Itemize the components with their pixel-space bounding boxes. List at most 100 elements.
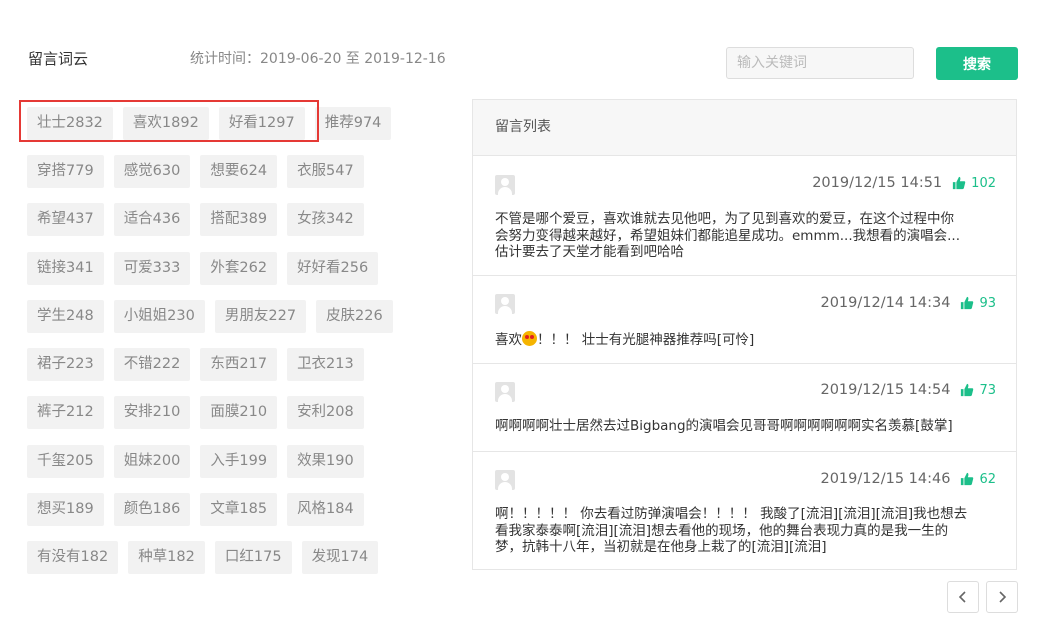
like-count[interactable]: 62	[960, 472, 996, 487]
tag[interactable]: 千玺205	[27, 445, 104, 478]
message-line: 估计要去了天堂才能看到吧哈哈	[495, 244, 684, 260]
search-button[interactable]: 搜索	[936, 47, 1018, 80]
message-line: 啊！！！！！ 你去看过防弹演唱会！！！！ 我酸了[流泪][流泪][流泪]我也想去	[495, 506, 968, 522]
like-count[interactable]: 73	[960, 383, 996, 398]
tag[interactable]: 衣服547	[287, 155, 364, 188]
thumbs-up-icon	[961, 472, 974, 486]
prev-page-button[interactable]	[947, 581, 979, 613]
avatar-icon	[495, 175, 515, 195]
tag[interactable]: 发现174	[301, 541, 379, 574]
chevron-right-icon	[999, 591, 1007, 603]
message-content: 不管是哪个爱豆，喜欢谁就去见他吧，为了见到喜欢的爱豆，在这个过程中你 会努力变得…	[495, 211, 996, 261]
tag[interactable]: 有没有182	[27, 541, 119, 574]
tag-row: 裙子223 不错222 东西217 卫衣213	[27, 348, 364, 381]
tag[interactable]: 口红175	[214, 541, 292, 574]
message-content: 啊啊啊啊壮士居然去过Bigbang的演唱会见哥哥啊啊啊啊啊啊实名羡慕[鼓掌]	[495, 418, 996, 435]
tag[interactable]: 喜欢1892	[122, 107, 209, 140]
tag[interactable]: 外套262	[200, 252, 278, 285]
tag[interactable]: 裙子223	[27, 348, 104, 381]
tag[interactable]: 可爱333	[113, 252, 191, 285]
message-meta: 2019/12/14 14:34 93	[820, 295, 996, 311]
message-item[interactable]: 2019/12/15 14:54 73 啊啊啊啊壮士居然去过Bigbang的演唱…	[473, 364, 1016, 452]
heart-eyes-emoji-icon	[522, 331, 537, 346]
tag[interactable]: 文章185	[200, 493, 278, 526]
like-count[interactable]: 93	[960, 296, 996, 311]
tag[interactable]: 安利208	[287, 396, 364, 429]
search-input[interactable]	[726, 47, 914, 79]
tag[interactable]: 链接341	[27, 252, 104, 285]
tag[interactable]: 面膜210	[200, 396, 278, 429]
tag[interactable]: 小姐姐230	[113, 300, 205, 333]
tag-row: 想买189 颜色186 文章185 风格184	[27, 493, 364, 526]
message-panel-title: 留言列表	[473, 100, 1016, 156]
next-page-button[interactable]	[986, 581, 1018, 613]
chevron-left-icon	[958, 591, 966, 603]
tag-row: 学生248 小姐姐230 男朋友227 皮肤226	[27, 300, 393, 333]
tag[interactable]: 想买189	[27, 493, 104, 526]
message-time: 2019/12/15 14:54	[820, 382, 951, 398]
tag[interactable]: 东西217	[200, 348, 278, 381]
message-content: 啊！！！！！ 你去看过防弹演唱会！！！！ 我酸了[流泪][流泪][流泪]我也想去…	[495, 506, 996, 556]
tag[interactable]: 男朋友227	[214, 300, 307, 333]
tag[interactable]: 壮士2832	[27, 107, 113, 140]
tag[interactable]: 想要624	[200, 155, 278, 188]
tag[interactable]: 搭配389	[200, 203, 278, 236]
tag[interactable]: 希望437	[27, 203, 104, 236]
message-text: ！！！ 壮士有光腿神器推荐吗[可怜]	[537, 332, 755, 348]
message-line: 会努力变得越来越好，希望姐妹们都能追星成功。emmm...我想看的演唱会...	[495, 227, 961, 244]
tag-row: 希望437 适合436 搭配389 女孩342	[27, 203, 364, 236]
tag[interactable]: 女孩342	[287, 203, 364, 236]
message-line: 看我家泰泰啊[流泪][流泪]想去看他的现场，他的舞台表现力真的是我一生的	[495, 522, 949, 539]
message-panel: 留言列表 2019/12/15 14:51 102 不管是哪个爱豆，喜欢谁就去见…	[472, 99, 1017, 570]
message-item[interactable]: 2019/12/15 14:46 62 啊！！！！！ 你去看过防弹演唱会！！！！…	[473, 452, 1016, 570]
tag[interactable]: 好好看256	[287, 252, 379, 285]
message-text: 喜欢	[495, 332, 522, 348]
thumbs-up-icon	[961, 296, 974, 310]
message-item[interactable]: 2019/12/14 14:34 93 喜欢 ！！！ 壮士有光腿神器推荐吗[可怜]	[473, 276, 1016, 364]
tag[interactable]: 风格184	[287, 493, 364, 526]
message-content: 喜欢 ！！！ 壮士有光腿神器推荐吗[可怜]	[495, 331, 996, 349]
tag[interactable]: 颜色186	[113, 493, 191, 526]
message-meta: 2019/12/15 14:51 102	[812, 175, 996, 191]
tag-row: 裤子212 安排210 面膜210 安利208	[27, 396, 364, 429]
page-title: 留言词云	[28, 50, 89, 68]
message-item[interactable]: 2019/12/15 14:51 102 不管是哪个爱豆，喜欢谁就去见他吧，为了…	[473, 156, 1016, 276]
like-count[interactable]: 102	[952, 176, 996, 191]
tag[interactable]: 入手199	[200, 445, 278, 478]
message-line: 啊啊啊啊壮士居然去过Bigbang的演唱会见哥哥啊啊啊啊啊啊实名羡慕[鼓掌]	[495, 418, 953, 434]
message-time: 2019/12/15 14:46	[820, 471, 951, 487]
tag[interactable]: 穿搭779	[27, 155, 104, 188]
message-meta: 2019/12/15 14:46 62	[820, 471, 996, 487]
tag-row: 有没有182 种草182 口红175 发现174	[27, 541, 379, 574]
thumbs-up-icon	[961, 383, 974, 397]
tag[interactable]: 裤子212	[27, 396, 104, 429]
tag-row: 千玺205 姐妹200 入手199 效果190	[27, 445, 364, 478]
word-cloud: 壮士2832 喜欢1892 好看1297 推荐974 穿搭779 感觉630 想…	[27, 107, 447, 595]
message-meta: 2019/12/15 14:54 73	[820, 382, 996, 398]
like-number: 62	[979, 471, 996, 487]
tag[interactable]: 推荐974	[314, 107, 392, 140]
tag[interactable]: 皮肤226	[316, 300, 393, 333]
tag-row: 穿搭779 感觉630 想要624 衣服547	[27, 155, 364, 188]
tag[interactable]: 安排210	[113, 396, 191, 429]
message-line: 梦，抗韩十八年，当初就是在他身上栽了的[流泪][流泪]	[495, 539, 827, 555]
tag[interactable]: 卫衣213	[287, 348, 364, 381]
tag[interactable]: 好看1297	[218, 107, 305, 140]
tag[interactable]: 姐妹200	[113, 445, 191, 478]
tag[interactable]: 学生248	[27, 300, 104, 333]
stat-period: 统计时间：2019-06-20 至 2019-12-16	[190, 51, 446, 67]
message-time: 2019/12/14 14:34	[820, 295, 951, 311]
thumbs-up-icon	[953, 176, 966, 190]
like-number: 93	[979, 295, 996, 311]
tag[interactable]: 不错222	[113, 348, 191, 381]
avatar-icon	[495, 470, 515, 490]
message-line: 不管是哪个爱豆，喜欢谁就去见他吧，为了见到喜欢的爱豆，在这个过程中你	[495, 211, 954, 227]
tag-row: 壮士2832 喜欢1892 好看1297 推荐974	[27, 107, 392, 140]
tag[interactable]: 感觉630	[113, 155, 191, 188]
tag[interactable]: 效果190	[287, 445, 364, 478]
like-number: 73	[979, 382, 996, 398]
avatar-icon	[495, 294, 515, 314]
tag[interactable]: 种草182	[128, 541, 205, 574]
tag[interactable]: 适合436	[113, 203, 191, 236]
message-time: 2019/12/15 14:51	[812, 175, 943, 191]
